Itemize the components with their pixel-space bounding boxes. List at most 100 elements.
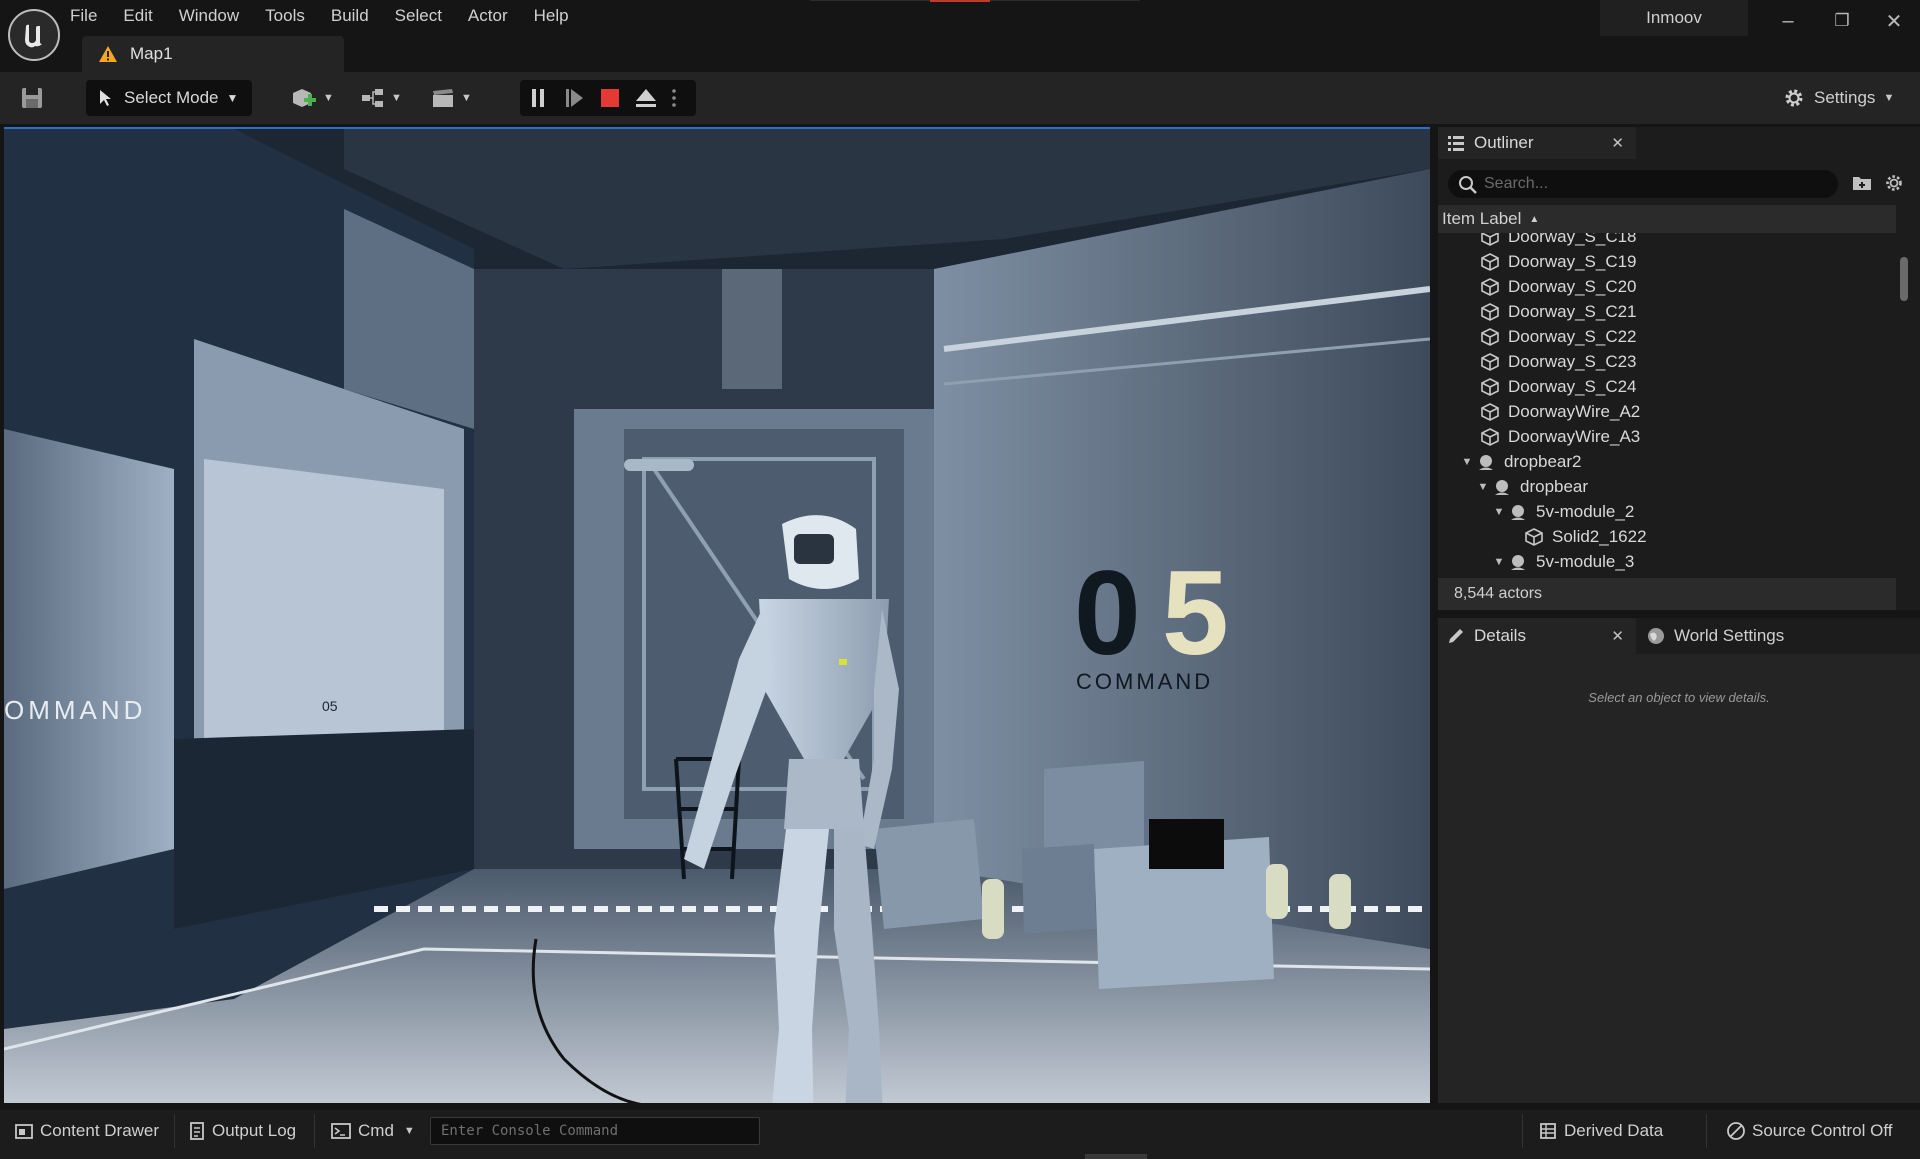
gear-icon[interactable]: [1884, 173, 1904, 193]
tree-row[interactable]: ▼ dropbear2: [1460, 449, 1582, 474]
tab-details-label: Details: [1474, 626, 1526, 645]
add-folder-icon[interactable]: [1852, 174, 1872, 192]
chevron-down-icon: ▼: [1883, 92, 1895, 104]
output-log-icon: [190, 1122, 204, 1140]
tab-world-settings[interactable]: World Settings: [1646, 618, 1784, 654]
search-input[interactable]: [1484, 175, 1824, 193]
pencil-icon: [1449, 629, 1463, 643]
static-mesh-icon: [1481, 233, 1499, 246]
frame-skip-icon[interactable]: [556, 80, 592, 116]
chevron-down-icon: ▼: [461, 92, 472, 104]
details-panel: Details ✕ World Settings Select an objec…: [1438, 618, 1920, 1103]
tab-outliner[interactable]: Outliner ✕: [1438, 127, 1636, 159]
menu-window[interactable]: Window: [179, 0, 239, 30]
select-mode-label: Select Mode: [124, 88, 219, 107]
expand-arrow-icon[interactable]: ▼: [1476, 481, 1490, 493]
unreal-logo-glyph-icon: [25, 24, 42, 48]
menu-select[interactable]: Select: [395, 0, 442, 30]
menu-file[interactable]: File: [70, 0, 97, 30]
tree-row[interactable]: Doorway_S_C19: [1480, 249, 1637, 274]
chevron-down-icon: ▼: [323, 92, 334, 104]
level-viewport[interactable]: 0 5 COMMAND OMMAND 05: [4, 127, 1430, 1103]
minimize-button[interactable]: –: [1768, 6, 1808, 36]
expand-arrow-icon[interactable]: ▼: [1492, 556, 1506, 568]
map-tab[interactable]: Map1: [82, 36, 344, 72]
static-mesh-icon: [1481, 327, 1499, 346]
blueprints-button[interactable]: ▼: [360, 84, 402, 112]
static-mesh-icon: [1525, 527, 1543, 546]
menu-edit[interactable]: Edit: [123, 0, 152, 30]
derived-data-button[interactable]: Derived Data: [1538, 1110, 1663, 1152]
pause-icon[interactable]: [520, 80, 556, 116]
static-mesh-icon: [1481, 377, 1499, 396]
tree-row[interactable]: DoorwayWire_A2: [1480, 399, 1640, 424]
sort-ascending-icon: ▲: [1529, 213, 1540, 225]
unreal-logo-icon[interactable]: [8, 9, 60, 61]
tree-row[interactable]: Solid2_1622: [1524, 524, 1647, 549]
tree-row[interactable]: Doorway_S_C24: [1480, 374, 1637, 399]
project-name-badge[interactable]: Inmoov: [1600, 0, 1748, 36]
map-tab-label: Map1: [130, 44, 173, 63]
close-icon[interactable]: ✕: [1611, 134, 1624, 152]
settings-button[interactable]: Settings ▼: [1782, 84, 1894, 112]
add-actor-icon: [293, 89, 316, 107]
content-drawer-button[interactable]: Content Drawer: [14, 1110, 159, 1152]
tree-row[interactable]: Doorway_S_C21: [1480, 299, 1637, 324]
tree-row[interactable]: Doorway_S_C18: [1480, 233, 1637, 249]
output-log-label: Output Log: [212, 1121, 297, 1140]
tree-row-label: DoorwayWire_A2: [1508, 401, 1641, 421]
save-icon[interactable]: [18, 84, 46, 112]
tree-row[interactable]: ▼ 5v-module_3: [1492, 549, 1635, 573]
column-header-item-label[interactable]: Item Label ▲: [1438, 205, 1896, 233]
tree-row-label: 5v-module_2: [1536, 501, 1635, 521]
menu-tools[interactable]: Tools: [265, 0, 305, 30]
tree-row[interactable]: ▼ dropbear: [1476, 474, 1589, 499]
tree-row[interactable]: Doorway_S_C23: [1480, 349, 1637, 374]
select-mode-dropdown[interactable]: Select Mode ▼: [86, 80, 252, 116]
tab-details[interactable]: Details ✕: [1438, 618, 1636, 654]
chevron-down-icon: ▼: [226, 91, 239, 105]
tree-row[interactable]: Doorway_S_C20: [1480, 274, 1637, 299]
console-command-field: [430, 1117, 760, 1145]
gear-icon: [1785, 89, 1803, 107]
output-log-button[interactable]: Output Log: [188, 1110, 296, 1152]
svg-text:5: 5: [1162, 546, 1229, 680]
resize-handle[interactable]: [1085, 1154, 1147, 1159]
outliner-panel: Outliner ✕ Item Label ▲ Doorway_S_C18 Do…: [1438, 127, 1920, 610]
actor-sphere-icon: [1479, 454, 1493, 470]
viewport-scene[interactable]: 0 5 COMMAND OMMAND 05: [4, 129, 1430, 1103]
menu-help[interactable]: Help: [534, 0, 569, 30]
more-options-icon[interactable]: [664, 80, 684, 116]
close-window-button[interactable]: ✕: [1874, 6, 1914, 36]
expand-arrow-icon[interactable]: ▼: [1460, 456, 1474, 468]
outliner-search: [1448, 170, 1838, 198]
console-command-input[interactable]: [431, 1118, 759, 1144]
stop-icon[interactable]: [592, 80, 628, 116]
static-mesh-icon: [1481, 302, 1499, 321]
settings-label: Settings: [1814, 88, 1876, 107]
search-icon: [1459, 176, 1477, 194]
content-drawer-label: Content Drawer: [40, 1121, 160, 1140]
cinematics-button[interactable]: ▼: [430, 84, 472, 112]
divider: [1522, 1114, 1523, 1148]
static-mesh-icon: [1481, 352, 1499, 371]
menu-actor[interactable]: Actor: [468, 0, 508, 30]
level-warning-icon: [99, 46, 117, 62]
add-actor-button[interactable]: ▼: [290, 84, 334, 112]
restore-button[interactable]: ❐: [1822, 6, 1862, 36]
tree-row-label: Doorway_S_C19: [1508, 251, 1637, 271]
expand-arrow-icon[interactable]: ▼: [1492, 506, 1506, 518]
divider: [1706, 1114, 1707, 1148]
cmd-dropdown[interactable]: Cmd ▼: [330, 1110, 415, 1152]
menu-build[interactable]: Build: [331, 0, 369, 30]
eject-icon[interactable]: [628, 80, 664, 116]
close-icon[interactable]: ✕: [1611, 627, 1624, 645]
cursor-arrow-icon: [100, 90, 111, 106]
chevron-down-icon: ▼: [391, 92, 402, 104]
source-control-button[interactable]: Source Control Off: [1726, 1110, 1892, 1152]
tree-row[interactable]: ▼ 5v-module_2: [1492, 499, 1635, 524]
tree-row[interactable]: DoorwayWire_A3: [1480, 424, 1640, 449]
tree-row[interactable]: Doorway_S_C22: [1480, 324, 1637, 349]
list-icon: [1448, 136, 1464, 151]
outliner-scrollbar[interactable]: [1900, 257, 1908, 301]
